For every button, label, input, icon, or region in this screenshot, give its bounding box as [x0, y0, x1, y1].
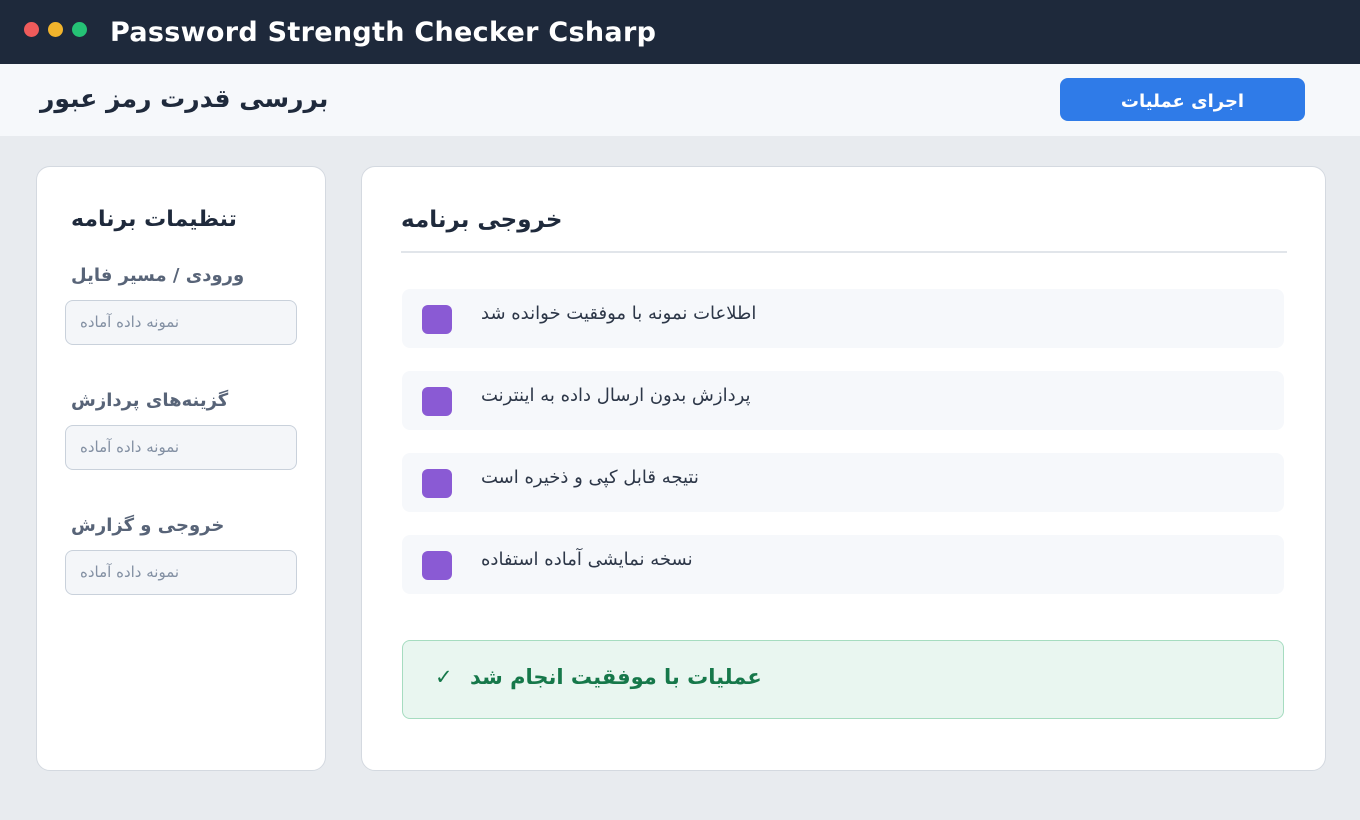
output-report-field[interactable]: نمونه داده آماده — [65, 550, 297, 595]
processing-options-label: گزینه‌های پردازش — [71, 390, 229, 411]
output-item-text: پردازش بدون ارسال داده به اینترنت — [481, 385, 751, 406]
output-item-text: نسخه نمایشی آماده استفاده — [481, 549, 693, 570]
output-item-text: اطلاعات نمونه با موفقیت خوانده شد — [481, 303, 757, 324]
square-icon — [422, 387, 452, 416]
app-title: Password Strength Checker Csharp — [110, 17, 657, 48]
processing-options-field[interactable]: نمونه داده آماده — [65, 425, 297, 470]
output-panel: خروجی برنامه اطلاعات نمونه با موفقیت خوا… — [361, 166, 1326, 771]
title-bar: Password Strength Checker Csharp — [0, 0, 1360, 64]
success-status-banner: ✓ عملیات با موفقیت انجام شد — [402, 640, 1284, 719]
output-list-item: اطلاعات نمونه با موفقیت خوانده شد — [402, 289, 1284, 348]
square-icon — [422, 469, 452, 498]
square-icon — [422, 305, 452, 334]
settings-panel: تنظیمات برنامه ورودی / مسیر فایل نمونه د… — [36, 166, 326, 771]
output-item-text: نتیجه قابل کپی و ذخیره است — [481, 467, 699, 488]
divider — [401, 251, 1287, 253]
output-report-label: خروجی و گزارش — [71, 515, 225, 536]
input-path-field[interactable]: نمونه داده آماده — [65, 300, 297, 345]
output-list-item: نسخه نمایشی آماده استفاده — [402, 535, 1284, 594]
output-panel-title: خروجی برنامه — [401, 207, 563, 233]
run-operation-button[interactable]: اجرای عملیات — [1060, 78, 1305, 121]
output-list-item: پردازش بدون ارسال داده به اینترنت — [402, 371, 1284, 430]
checkmark-icon: ✓ — [435, 665, 453, 689]
settings-panel-title: تنظیمات برنامه — [71, 207, 237, 232]
success-status-text: عملیات با موفقیت انجام شد — [470, 665, 762, 689]
page-title: بررسی قدرت رمز عبور — [40, 84, 329, 113]
minimize-window-button[interactable] — [48, 22, 63, 37]
close-window-button[interactable] — [24, 22, 39, 37]
output-list-item: نتیجه قابل کپی و ذخیره است — [402, 453, 1284, 512]
input-path-label: ورودی / مسیر فایل — [71, 265, 245, 286]
page-header: بررسی قدرت رمز عبور اجرای عملیات — [0, 64, 1360, 136]
square-icon — [422, 551, 452, 580]
maximize-window-button[interactable] — [72, 22, 87, 37]
